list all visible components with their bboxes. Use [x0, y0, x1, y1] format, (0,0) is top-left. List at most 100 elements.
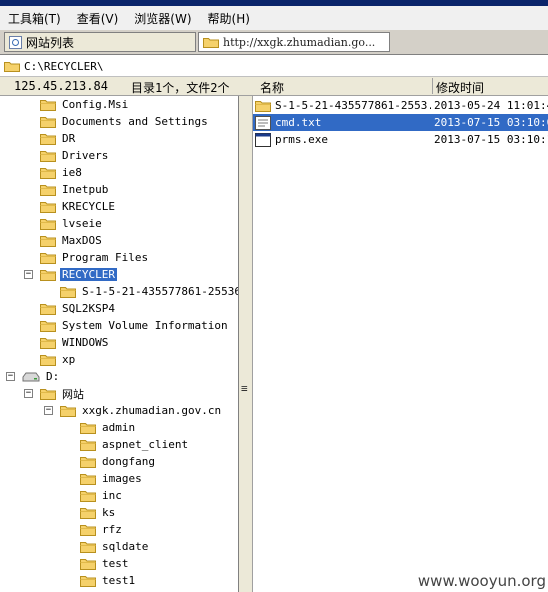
- folder-icon: [4, 60, 20, 72]
- tree-item[interactable]: DR: [40, 130, 77, 147]
- splitter-grip-icon[interactable]: ≡: [241, 382, 248, 395]
- file-name: cmd.txt: [275, 116, 322, 129]
- tab-bar: 网站列表 http://xxgk.zhumadian.go...: [0, 30, 548, 55]
- column-header-modified[interactable]: 修改时间: [436, 79, 484, 96]
- tree-item-label: ks: [102, 506, 116, 519]
- tree-item-label: sqldate: [102, 540, 149, 553]
- folder-icon: [40, 115, 56, 128]
- tree-item[interactable]: xp: [40, 351, 77, 368]
- tree-item-label: inc: [102, 489, 122, 502]
- tree-item-label: test1: [102, 574, 136, 587]
- watermark: www.wooyun.org: [417, 572, 546, 590]
- menu-browser[interactable]: 浏览器(W): [126, 10, 199, 27]
- file-modified-date: 2013-05-24 11:01:40: [434, 99, 548, 112]
- folder-icon: [40, 149, 56, 162]
- pane-splitter[interactable]: ≡: [238, 96, 253, 592]
- tree-item[interactable]: SQL2KSP4: [40, 300, 117, 317]
- tree-item-label: System Volume Information: [62, 319, 228, 332]
- folder-icon: [40, 319, 56, 332]
- tree-item[interactable]: lvseie: [40, 215, 104, 232]
- file-name: prms.exe: [275, 133, 328, 146]
- folder-icon: [40, 132, 56, 145]
- folder-icon: [80, 523, 96, 536]
- path-bar[interactable]: C:\RECYCLER\: [0, 56, 548, 77]
- tree-item[interactable]: Config.Msi: [40, 96, 130, 113]
- file-list: S-1-5-21-435577861-2553... 2013-05-24 11:…: [253, 96, 548, 592]
- tree-item-label: ie8: [62, 166, 82, 179]
- tree-item[interactable]: WINDOWS: [40, 334, 110, 351]
- server-ip: 125.45.213.84: [14, 79, 108, 93]
- tree-item-label: DR: [62, 132, 76, 145]
- tree-item[interactable]: S-1-5-21-435577861-2553613: [60, 283, 238, 300]
- column-divider[interactable]: [432, 78, 433, 94]
- tree-item[interactable]: aspnet_client: [80, 436, 190, 453]
- tab-site-list[interactable]: 网站列表: [4, 32, 196, 52]
- folder-icon: [40, 302, 56, 315]
- tree-item[interactable]: xxgk.zhumadian.gov.cn: [60, 402, 223, 419]
- tree-item-label: aspnet_client: [102, 438, 189, 451]
- tree-item[interactable]: test1: [80, 572, 137, 589]
- tree-item[interactable]: Documents and Settings: [40, 113, 210, 130]
- tree-item-label: SQL2KSP4: [62, 302, 115, 315]
- path-text: C:\RECYCLER\: [24, 59, 104, 73]
- tree-expander-icon[interactable]: −: [6, 372, 15, 381]
- folder-icon: [40, 183, 56, 196]
- tree-item[interactable]: System Volume Information: [40, 317, 230, 334]
- folder-icon: [80, 421, 96, 434]
- menu-view[interactable]: 查看(V): [69, 10, 127, 27]
- tree-item-label: MaxDOS: [62, 234, 102, 247]
- folder-icon: [80, 472, 96, 485]
- exe-file-icon: [255, 132, 271, 147]
- tree-expander-icon[interactable]: −: [24, 389, 33, 398]
- tree-expander-icon[interactable]: −: [24, 270, 33, 279]
- folder-icon: [40, 336, 56, 349]
- tree-item[interactable]: RECYCLER: [40, 266, 117, 283]
- tree-item[interactable]: rfz: [80, 521, 124, 538]
- tree-item-label: Drivers: [62, 149, 109, 162]
- tree-item[interactable]: ks: [80, 504, 117, 521]
- column-header-name[interactable]: 名称: [260, 79, 284, 96]
- tree-expander-icon[interactable]: −: [44, 406, 53, 415]
- tree-item-label: xxgk.zhumadian.gov.cn: [82, 404, 222, 417]
- tree-item[interactable]: inc: [80, 487, 124, 504]
- tree-item[interactable]: sqldate: [80, 538, 150, 555]
- menu-help[interactable]: 帮助(H): [200, 10, 258, 27]
- tree-item[interactable]: 网站: [40, 385, 86, 402]
- folder-icon: [40, 166, 56, 179]
- tree-item-label: dongfang: [102, 455, 155, 468]
- tree-item-label: rfz: [102, 523, 122, 536]
- folder-icon: [80, 455, 96, 468]
- tree-item[interactable]: dongfang: [80, 453, 157, 470]
- folder-icon: [60, 404, 76, 417]
- tree-item-label: admin: [102, 421, 136, 434]
- tree-item[interactable]: Inetpub: [40, 181, 110, 198]
- folder-icon: [40, 268, 56, 281]
- tree-item-label: test: [102, 557, 129, 570]
- folder-icon: [80, 438, 96, 451]
- tree-item[interactable]: KRECYCLE: [40, 198, 117, 215]
- file-row[interactable]: S-1-5-21-435577861-2553... 2013-05-24 11:…: [253, 97, 548, 114]
- tree-item-label: RECYCLER: [60, 268, 117, 281]
- tree-item[interactable]: D:: [22, 368, 61, 385]
- tree-item[interactable]: admin: [80, 419, 137, 436]
- tree-item[interactable]: images: [80, 470, 144, 487]
- folder-icon: [80, 557, 96, 570]
- tab-site-list-label: 网站列表: [26, 35, 75, 50]
- folder-icon: [203, 36, 219, 48]
- menu-bar: 工具箱(T) 查看(V) 浏览器(W) 帮助(H): [0, 6, 548, 30]
- tree-item[interactable]: Drivers: [40, 147, 110, 164]
- tree-item[interactable]: MaxDOS: [40, 232, 104, 249]
- tree-item[interactable]: Program Files: [40, 249, 150, 266]
- folder-icon: [80, 506, 96, 519]
- info-header-bar: 125.45.213.84 目录1个，文件2个 名称 修改时间: [0, 77, 548, 96]
- tree-item[interactable]: test: [80, 555, 131, 572]
- folder-icon: [40, 200, 56, 213]
- file-row[interactable]: prms.exe 2013-07-15 03:10:10: [253, 131, 548, 148]
- file-row[interactable]: cmd.txt 2013-07-15 03:10:03: [253, 114, 548, 131]
- folder-icon: [80, 540, 96, 553]
- tree-item[interactable]: ie8: [40, 164, 84, 181]
- tree-item-label: WINDOWS: [62, 336, 109, 349]
- file-modified-date: 2013-07-15 03:10:10: [434, 133, 548, 146]
- tab-url[interactable]: http://xxgk.zhumadian.go...: [198, 32, 390, 52]
- menu-toolbox[interactable]: 工具箱(T): [0, 10, 69, 27]
